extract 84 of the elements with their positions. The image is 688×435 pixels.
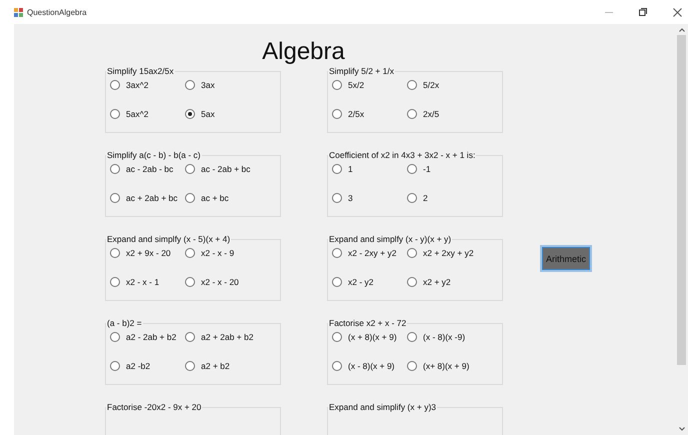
option-label[interactable]: x2 - y2 [348, 277, 374, 287]
option-label[interactable]: 3ax^2 [126, 80, 148, 90]
option-label[interactable]: a2 + b2 [201, 361, 230, 371]
radio-button[interactable] [332, 277, 342, 287]
radio-button[interactable] [332, 332, 342, 342]
option-label[interactable]: 2/5x [348, 109, 364, 119]
option-label[interactable]: 1 [348, 164, 353, 174]
radio-button[interactable] [407, 332, 417, 342]
arithmetic-button[interactable]: Arithmetic [540, 245, 592, 272]
option-label[interactable]: (x - 8)(x -9) [423, 332, 466, 342]
option-label[interactable]: 2 [423, 193, 428, 203]
option-label[interactable]: x2 - x - 1 [126, 277, 160, 287]
app-icon [14, 8, 23, 16]
scrollbar[interactable] [675, 24, 688, 435]
question-text: Expand and simplify (x + y)3 [328, 402, 438, 412]
option-label[interactable]: 5/2x [423, 80, 440, 90]
radio-button[interactable] [407, 277, 417, 287]
page-heading: Algebra [261, 38, 346, 66]
option-label[interactable]: x2 + 9x - 20 [126, 248, 171, 258]
radio-button[interactable] [185, 109, 195, 119]
radio-button[interactable] [185, 80, 195, 90]
radio-button[interactable] [110, 277, 120, 287]
option-label[interactable]: (x - 8)(x + 9) [348, 361, 395, 371]
window-title: QuestionAlgebra [27, 8, 88, 16]
radio-button[interactable] [110, 164, 120, 174]
radio-button[interactable] [110, 248, 120, 258]
radio-button[interactable] [110, 109, 120, 119]
radio-button[interactable] [110, 361, 120, 371]
question-text: Simplify a(c - b) - b(a - c) [106, 150, 202, 160]
radio-button[interactable] [407, 193, 417, 203]
option-label[interactable]: 5ax [201, 109, 215, 119]
radio-button[interactable] [332, 193, 342, 203]
question-text: Coefficient of x2 in 4x3 + 3x2 - x + 1 is: [328, 150, 476, 160]
radio-button[interactable] [185, 164, 195, 174]
option-label[interactable]: ac - 2ab + bc [201, 164, 250, 174]
scroll-thumb[interactable] [677, 35, 686, 365]
option-label[interactable]: 5x/2 [348, 80, 364, 90]
radio-button[interactable] [185, 193, 195, 203]
radio-button[interactable] [407, 164, 417, 174]
restore-icon[interactable] [639, 8, 647, 16]
radio-button[interactable] [185, 277, 195, 287]
radio-button[interactable] [185, 332, 195, 342]
radio-button[interactable] [332, 361, 342, 371]
scroll-down-icon[interactable] [678, 427, 684, 431]
option-label[interactable]: ac + 2ab + bc [126, 193, 178, 203]
radio-button[interactable] [332, 164, 342, 174]
radio-button[interactable] [407, 80, 417, 90]
option-label[interactable]: 3ax [201, 80, 215, 90]
radio-button[interactable] [110, 193, 120, 203]
option-label[interactable]: ac + bc [201, 193, 229, 203]
radio-button[interactable] [185, 248, 195, 258]
option-label[interactable]: a2 -b2 [126, 361, 150, 371]
radio-button[interactable] [407, 361, 417, 371]
option-label[interactable]: (x + 8)(x + 9) [348, 332, 397, 342]
radio-button[interactable] [332, 80, 342, 90]
radio-button[interactable] [110, 332, 120, 342]
option-label[interactable]: x2 + y2 [423, 277, 451, 287]
question-text: Factorise x2 + x - 72 [328, 318, 408, 328]
radio-button[interactable] [407, 109, 417, 119]
radio-button[interactable] [407, 248, 417, 258]
option-label[interactable]: (x+ 8)(x + 9) [423, 361, 470, 371]
question-text: Simplify 5/2 + 1/x [328, 66, 395, 76]
close-icon[interactable] [673, 8, 682, 16]
question-text: (a - b)2 = [106, 318, 143, 328]
radio-button[interactable] [185, 361, 195, 371]
option-label[interactable]: a2 - 2ab + b2 [126, 332, 176, 342]
question-text: Expand and simplfy (x - 5)(x + 4) [106, 234, 232, 244]
option-label[interactable]: a2 + 2ab + b2 [201, 332, 254, 342]
question-text: Simplify 15ax2/5x [106, 66, 175, 76]
option-label[interactable]: x2 - x - 20 [201, 277, 239, 287]
option-label[interactable]: x2 - x - 9 [201, 248, 234, 258]
scroll-up-icon[interactable] [678, 28, 684, 32]
radio-button[interactable] [332, 109, 342, 119]
radio-button[interactable] [332, 248, 342, 258]
option-label[interactable]: ac - 2ab - bc [126, 164, 174, 174]
question-text: Factorise -20x2 - 9x + 20 [106, 402, 202, 412]
option-label[interactable]: -1 [423, 164, 431, 174]
option-label[interactable]: 5ax^2 [126, 109, 148, 119]
option-label[interactable]: 2x/5 [423, 109, 440, 119]
option-label[interactable]: x2 - 2xy + y2 [348, 248, 396, 258]
question-text: Expand and simplfy (x - y)(x + y) [328, 234, 452, 244]
option-label[interactable]: x2 + 2xy + y2 [423, 248, 474, 258]
option-label[interactable]: 3 [348, 193, 353, 203]
radio-button[interactable] [110, 80, 120, 90]
